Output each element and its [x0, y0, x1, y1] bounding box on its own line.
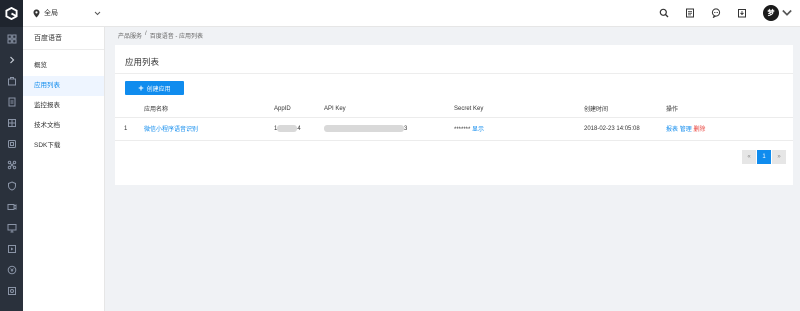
- breadcrumb-current: 百度语音 - 应用列表: [149, 34, 204, 40]
- region-selector[interactable]: 全局: [33, 8, 101, 18]
- top-bar: 全局 梦: [23, 0, 800, 27]
- table-header-row: 应用名称 AppID API Key Secret Key 创建时间 操作: [115, 101, 793, 118]
- col-header-created: 创建时间: [584, 101, 666, 118]
- sidebar-title: 百度语音: [23, 27, 104, 50]
- search-icon[interactable]: [659, 8, 669, 18]
- left-rail: [0, 0, 23, 311]
- sidebar-item-overview[interactable]: 概览: [23, 56, 104, 76]
- plus-icon: +: [138, 82, 144, 93]
- app-table: 应用名称 AppID API Key Secret Key 创建时间 操作 1 …: [115, 101, 793, 141]
- report-link[interactable]: 报表: [666, 127, 678, 133]
- create-app-label: 创建应用: [146, 86, 171, 93]
- create-app-button[interactable]: + 创建应用: [125, 81, 184, 95]
- video-icon[interactable]: [0, 196, 23, 217]
- secret-masked: *******: [454, 127, 471, 133]
- prev-page-button[interactable]: «: [742, 150, 756, 164]
- secret-cell: ******* 显示: [454, 117, 584, 141]
- region-label: 全局: [44, 10, 58, 17]
- apps-icon[interactable]: [0, 133, 23, 154]
- sidebar-item-tech-docs[interactable]: 技术文档: [23, 116, 104, 136]
- sidebar-item-sdk-download[interactable]: SDK下载: [23, 136, 104, 156]
- breadcrumb: 产品服务 / 百度语音 - 应用列表: [118, 31, 203, 40]
- redacted-mask: [277, 124, 298, 132]
- document-icon[interactable]: [0, 91, 23, 112]
- message-icon[interactable]: [711, 8, 721, 18]
- play-icon[interactable]: [0, 238, 23, 259]
- col-header-apikey: API Key: [324, 101, 454, 118]
- notification-icon[interactable]: [737, 8, 747, 18]
- monitor-icon[interactable]: [0, 217, 23, 238]
- app-list-card: 应用列表 + 创建应用 应用名称 AppID API Key Secret Ke…: [115, 45, 793, 185]
- manage-link[interactable]: 管理: [680, 127, 692, 133]
- dashboard-icon[interactable]: [0, 28, 23, 49]
- bag-icon[interactable]: [0, 70, 23, 91]
- col-header-ops: 操作: [666, 101, 793, 118]
- shield-icon[interactable]: [0, 175, 23, 196]
- col-header-appid: AppID: [274, 101, 324, 118]
- divider: [115, 73, 793, 74]
- table-row: 1 微信小程序语音识别 14 3 ******* 显示 2018-02-23 1…: [115, 117, 793, 141]
- next-page-button[interactable]: »: [772, 150, 786, 164]
- breadcrumb-separator: /: [145, 31, 147, 37]
- page-title: 应用列表: [125, 57, 160, 67]
- expand-chevron-icon[interactable]: [0, 49, 23, 70]
- logo-icon[interactable]: [0, 0, 23, 27]
- app-name-link[interactable]: 微信小程序语音识别: [144, 127, 198, 133]
- col-header-name: 应用名称: [144, 101, 274, 118]
- location-pin-icon: [33, 9, 40, 17]
- col-header-secret: Secret Key: [454, 101, 584, 118]
- row-index: 1: [115, 117, 144, 141]
- product-sidebar: 百度语音 概览 应用列表 监控报表 技术文档 SDK下载: [23, 27, 105, 311]
- appid-cell: 14: [274, 117, 324, 141]
- apikey-cell: 3: [324, 117, 454, 141]
- pagination: « 1 »: [742, 150, 786, 164]
- breadcrumb-product-services[interactable]: 产品服务: [118, 31, 142, 40]
- ops-cell: 报表 管理 删除: [666, 117, 793, 141]
- sidebar-item-app-list[interactable]: 应用列表: [23, 76, 104, 96]
- show-secret-link[interactable]: 显示: [472, 127, 484, 133]
- user-menu[interactable]: 梦: [763, 5, 792, 21]
- storage-icon[interactable]: [0, 280, 23, 301]
- ticket-icon[interactable]: [685, 8, 695, 18]
- grid-box-icon[interactable]: [0, 112, 23, 133]
- chevron-down-icon: [782, 9, 792, 16]
- redacted-mask: [324, 124, 404, 132]
- network-icon[interactable]: [0, 154, 23, 175]
- page-1-button[interactable]: 1: [757, 150, 771, 164]
- sidebar-item-monitor-report[interactable]: 监控报表: [23, 96, 104, 116]
- avatar[interactable]: 梦: [763, 5, 779, 21]
- delete-link[interactable]: 删除: [693, 127, 705, 133]
- created-time: 2018-02-23 14:05:08: [584, 117, 666, 141]
- currency-icon[interactable]: [0, 259, 23, 280]
- chevron-down-icon: [94, 11, 101, 15]
